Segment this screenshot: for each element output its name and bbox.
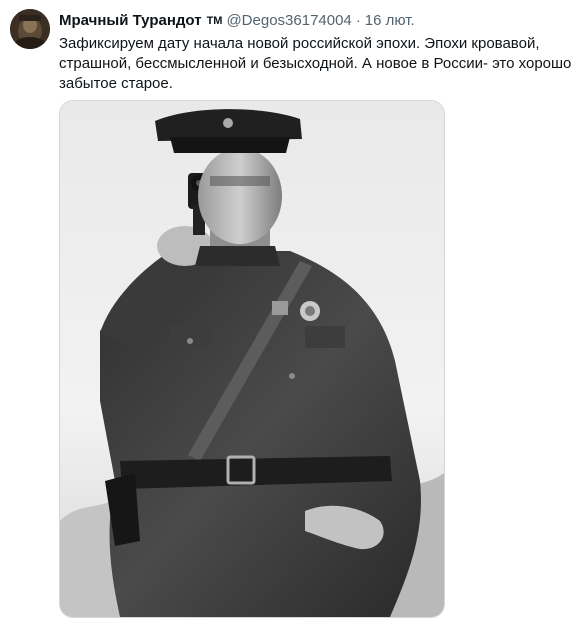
user-handle[interactable]: @Degos36174004 [226, 12, 351, 29]
display-name[interactable]: Мрачный Турандот [59, 12, 202, 29]
tweet-photo[interactable] [59, 100, 445, 618]
timestamp[interactable]: 16 лют. [365, 12, 415, 29]
tweet-text: Зафиксируем дату начала новой российской… [59, 35, 572, 92]
tweet-header: Мрачный Турандот TM @Degos36174004 · 16 лют. [59, 11, 415, 31]
name-badge: TM [206, 15, 223, 27]
tweet[interactable]: Мрачный Турандот TM @Degos36174004 · 16 лют.… [0, 0, 585, 623]
profile-avatar[interactable] [10, 9, 50, 49]
separator-dot: · [355, 12, 361, 29]
photo-image [60, 101, 444, 617]
